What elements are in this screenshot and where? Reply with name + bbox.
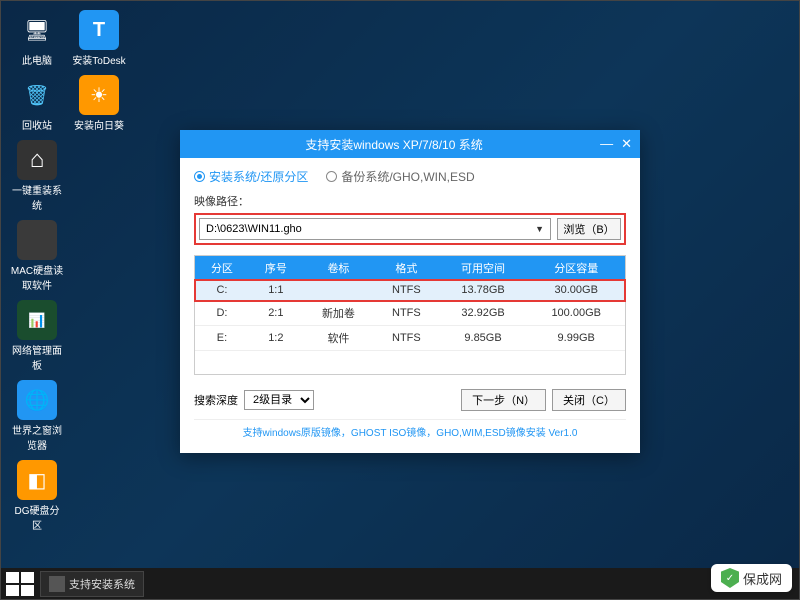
watermark: ✓ 保成网 <box>711 564 792 592</box>
table-row[interactable]: E:1:2软件NTFS9.85GB9.99GB <box>195 326 625 351</box>
sun-icon <box>79 75 119 115</box>
radio-dot-icon <box>194 171 205 182</box>
todesk-icon: T <box>79 10 119 50</box>
radio-dot-icon <box>326 171 337 182</box>
window-controls: — ✕ <box>600 136 632 152</box>
dialog-body: 安装系统/还原分区 备份系统/GHO,WIN,ESD 映像路径： D:\0623… <box>180 158 640 453</box>
icon-recycle-bin[interactable]: 回收站 <box>10 75 64 132</box>
shield-icon: ✓ <box>721 568 739 588</box>
taskbar: 支持安装系统 <box>0 568 800 600</box>
mode-radios: 安装系统/还原分区 备份系统/GHO,WIN,ESD <box>194 168 626 185</box>
app-icon <box>49 576 65 592</box>
minimize-icon[interactable]: — <box>600 136 613 152</box>
search-depth-select[interactable]: 2级目录 <box>244 390 314 410</box>
icon-browser[interactable]: 世界之窗浏览器 <box>10 380 64 452</box>
pc-icon <box>17 10 57 50</box>
desktop-icons: 此电脑 T安装ToDesk 回收站 安装向日葵 一键重装系统 MAC硬盘读取软件… <box>10 10 130 532</box>
network-icon <box>17 300 57 340</box>
partition-icon <box>17 460 57 500</box>
table-header: 分区 序号 卷标 格式 可用空间 分区容量 <box>195 256 625 280</box>
dialog-title: 支持安装windows XP/7/8/10 系统 <box>188 136 600 153</box>
close-button[interactable]: 关闭（C） <box>552 389 626 411</box>
icon-reinstall[interactable]: 一键重装系统 <box>10 140 64 212</box>
close-icon[interactable]: ✕ <box>621 136 632 152</box>
icon-network-panel[interactable]: 网络管理面板 <box>10 300 64 372</box>
disk-icon <box>17 220 57 260</box>
icon-dg-partition[interactable]: DG硬盘分区 <box>10 460 64 532</box>
titlebar[interactable]: 支持安装windows XP/7/8/10 系统 — ✕ <box>180 130 640 158</box>
icon-sunlogin[interactable]: 安装向日葵 <box>72 75 126 132</box>
partition-table: 分区 序号 卷标 格式 可用空间 分区容量 C:1:1NTFS13.78GB30… <box>194 255 626 375</box>
icon-this-pc[interactable]: 此电脑 <box>10 10 64 67</box>
browse-button[interactable]: 浏览（B） <box>557 218 621 240</box>
version-text: 支持windows原版镜像，GHOST ISO镜像，GHO,WIM,ESD镜像安… <box>194 419 626 447</box>
icon-mac-disk[interactable]: MAC硬盘读取软件 <box>10 220 64 292</box>
path-row-highlight: D:\0623\WIN11.gho 浏览（B） <box>194 213 626 245</box>
path-label: 映像路径： <box>194 193 626 209</box>
radio-install[interactable]: 安装系统/还原分区 <box>194 168 308 185</box>
desktop: 此电脑 T安装ToDesk 回收站 安装向日葵 一键重装系统 MAC硬盘读取软件… <box>0 0 800 600</box>
globe-icon <box>17 380 57 420</box>
taskbar-item[interactable]: 支持安装系统 <box>40 571 144 597</box>
icon-todesk[interactable]: T安装ToDesk <box>72 10 126 67</box>
depth-label: 搜索深度 <box>194 392 238 408</box>
trash-icon <box>17 75 57 115</box>
image-path-select[interactable]: D:\0623\WIN11.gho <box>199 218 551 240</box>
table-row[interactable]: C:1:1NTFS13.78GB30.00GB <box>195 280 625 301</box>
house-icon <box>17 140 57 180</box>
install-dialog: 支持安装windows XP/7/8/10 系统 — ✕ 安装系统/还原分区 备… <box>180 130 640 453</box>
start-button[interactable] <box>6 572 34 596</box>
table-row[interactable]: D:2:1新加卷NTFS32.92GB100.00GB <box>195 301 625 326</box>
next-button[interactable]: 下一步（N） <box>461 389 546 411</box>
radio-backup[interactable]: 备份系统/GHO,WIN,ESD <box>326 168 474 185</box>
dialog-footer: 搜索深度 2级目录 下一步（N） 关闭（C） <box>194 385 626 419</box>
